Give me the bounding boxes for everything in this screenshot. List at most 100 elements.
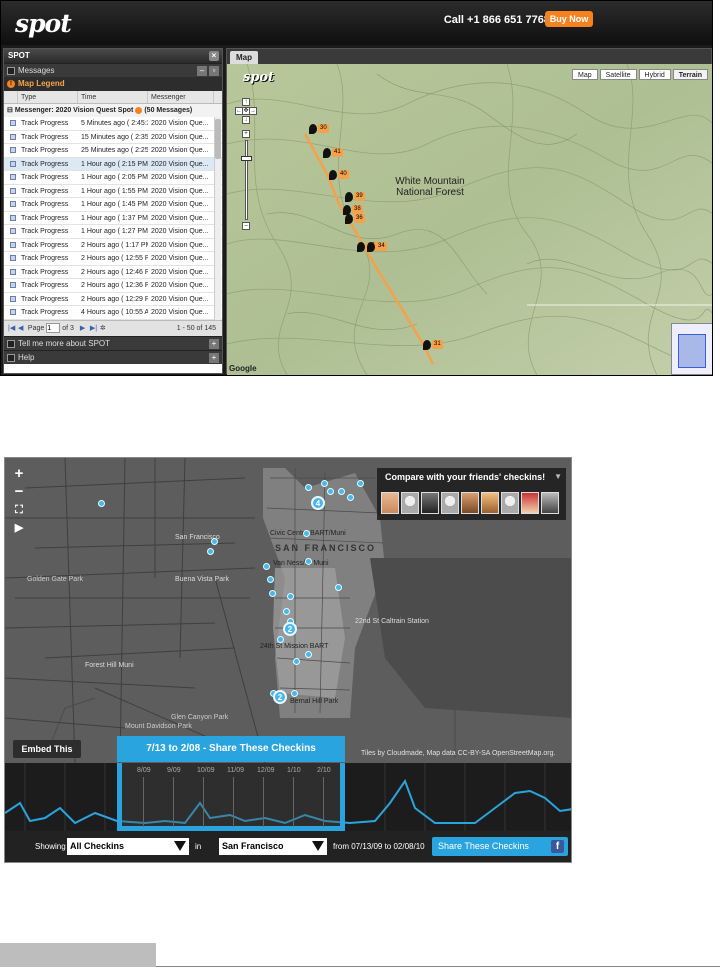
expand-icon[interactable]: ▫ [209, 66, 219, 76]
avatar[interactable] [441, 492, 459, 514]
expand-icon[interactable]: + [209, 339, 219, 349]
col-messenger[interactable]: Messenger [148, 91, 214, 103]
track-marker[interactable]: 39 [345, 192, 367, 202]
checkin-dot[interactable] [335, 584, 342, 591]
message-row[interactable]: Track Progress 2 Hours ago ( 1:17 PM )202… [4, 239, 222, 252]
row-expand-icon[interactable] [4, 117, 18, 130]
avatar[interactable] [521, 492, 539, 514]
play-icon[interactable]: ▶ [11, 520, 27, 536]
track-marker[interactable]: 31 [423, 340, 445, 350]
checkin-dot[interactable] [305, 558, 312, 565]
messages-header[interactable]: Messages – ▫ [4, 63, 222, 77]
col-time[interactable]: Time [78, 91, 148, 103]
avatar[interactable] [461, 492, 479, 514]
checkin-dot[interactable] [263, 563, 270, 570]
checkin-dot[interactable] [283, 608, 290, 615]
messenger-group-row[interactable]: ⊟ Messenger: 2020 Vision Quest Spot (50 M… [4, 104, 222, 117]
checkin-dot[interactable] [293, 658, 300, 665]
message-row[interactable]: Track Progress 2 Hours ago ( 12:36 PM )20… [4, 279, 222, 293]
checkin-dot[interactable] [207, 548, 214, 555]
row-expand-icon[interactable] [4, 252, 18, 265]
next-page-icon[interactable]: ▶ [80, 321, 88, 337]
message-row[interactable]: Track Progress 1 Hour ago ( 2:15 PM ) 2020… [4, 157, 222, 171]
track-marker[interactable]: 34 [367, 242, 389, 252]
scrollbar[interactable] [214, 117, 221, 320]
refresh-icon[interactable]: ✲ [100, 321, 108, 337]
tell-me-more-checkbox[interactable] [7, 340, 15, 348]
pan-up-icon[interactable]: ↑ [242, 98, 250, 106]
map-legend[interactable]: ! Map Legend [4, 77, 222, 91]
checkin-dot[interactable] [347, 494, 354, 501]
city-select[interactable]: San Francisco [219, 838, 327, 855]
checkin-dot[interactable] [327, 488, 334, 495]
row-expand-icon[interactable] [4, 239, 18, 252]
avatar[interactable] [541, 492, 559, 514]
row-expand-icon[interactable] [4, 198, 18, 211]
message-row[interactable]: Track Progress 1 Hour ago ( 1:55 PM ) 2020… [4, 185, 222, 198]
zoom-in-icon[interactable]: + [242, 130, 250, 138]
avatar[interactable] [381, 492, 399, 514]
zoom-slider[interactable] [245, 140, 248, 220]
row-expand-icon[interactable] [4, 266, 18, 279]
page-input[interactable] [46, 323, 61, 334]
message-row[interactable]: Track Progress 1 Hour ago ( 2:05 PM ) 2020… [4, 171, 222, 185]
overview-map[interactable] [671, 323, 712, 375]
buy-now-button[interactable]: Buy Now [545, 11, 593, 27]
checkin-dot[interactable] [269, 590, 276, 597]
checkin-cluster[interactable]: 2 [283, 622, 297, 636]
tell-me-more-row[interactable]: Tell me more about SPOT + [4, 336, 222, 350]
last-page-icon[interactable]: ▶| [90, 321, 98, 337]
filter-select[interactable]: All Checkins [67, 838, 189, 855]
checkin-dot[interactable] [98, 500, 105, 507]
row-expand-icon[interactable] [4, 279, 18, 292]
col-type[interactable]: Type [18, 91, 78, 103]
checkin-dot[interactable] [211, 538, 218, 545]
first-page-icon[interactable]: |◀ [8, 321, 16, 337]
messages-checkbox[interactable] [7, 67, 15, 75]
map-type-satellite[interactable]: Satellite [599, 69, 637, 80]
help-checkbox[interactable] [7, 354, 15, 362]
scrollbar-thumb[interactable] [215, 119, 221, 159]
overview-viewport[interactable] [678, 334, 706, 368]
track-marker[interactable]: 41 [323, 148, 345, 158]
checkin-dot[interactable] [291, 690, 298, 697]
row-expand-icon[interactable] [4, 158, 18, 171]
message-row[interactable]: Track Progress 2 Hours ago ( 12:55 PM )20… [4, 252, 222, 266]
zoom-out-icon[interactable]: − [11, 484, 27, 500]
row-expand-icon[interactable] [4, 185, 18, 198]
row-expand-icon[interactable] [4, 306, 18, 319]
message-row[interactable]: Track Progress 1 Hour ago ( 1:27 PM ) 2020… [4, 225, 222, 239]
minimize-icon[interactable]: – [197, 66, 207, 76]
row-expand-icon[interactable] [4, 131, 18, 144]
message-row[interactable]: Track Progress 1 Hour ago ( 1:37 PM ) 2020… [4, 212, 222, 225]
track-marker[interactable]: 36 [345, 214, 367, 224]
expand-icon[interactable]: + [209, 353, 219, 363]
avatar[interactable] [501, 492, 519, 514]
row-expand-icon[interactable] [4, 225, 18, 238]
fullscreen-icon[interactable]: ⛶ [11, 502, 27, 518]
tab-map[interactable]: Map [230, 51, 258, 64]
message-row[interactable]: Track Progress 1 Hour ago ( 1:45 PM ) 2020… [4, 198, 222, 212]
map-type-terrain[interactable]: Terrain [672, 69, 708, 80]
checkin-dot[interactable] [305, 651, 312, 658]
zoom-handle[interactable] [241, 156, 252, 161]
map-type-hybrid[interactable]: Hybrid [638, 69, 671, 80]
track-marker[interactable]: 30 [309, 124, 331, 134]
avatar[interactable] [481, 492, 499, 514]
track-marker[interactable]: 40 [329, 170, 351, 180]
zoom-out-icon[interactable]: – [242, 222, 250, 230]
message-row[interactable]: Track Progress 4 Hours ago ( 10:55 AM )20… [4, 306, 222, 320]
terrain-map[interactable]: spot Map Satellite Hybrid Terrain ↑ ← ✥ → ↓… [227, 64, 712, 375]
prev-page-icon[interactable]: ◀ [18, 321, 26, 337]
message-row[interactable]: Track Progress 2 Hours ago ( 12:46 PM )20… [4, 266, 222, 279]
row-expand-icon[interactable] [4, 171, 18, 184]
collapse-icon[interactable]: ⊟ [7, 107, 15, 114]
row-expand-icon[interactable] [4, 144, 18, 157]
checkin-dot[interactable] [321, 480, 328, 487]
help-row[interactable]: Help + [4, 350, 222, 364]
avatar[interactable] [421, 492, 439, 514]
chevron-down-icon[interactable]: ▼ [554, 472, 562, 481]
message-row[interactable]: Track Progress 2 Hours ago ( 12:29 PM )20… [4, 293, 222, 306]
checkins-map[interactable]: SAN FRANCISCO Civic Center BART/Muni Van N… [5, 458, 571, 764]
message-row[interactable]: Track Progress 25 Minutes ago ( 2:25:30 .… [4, 144, 222, 158]
